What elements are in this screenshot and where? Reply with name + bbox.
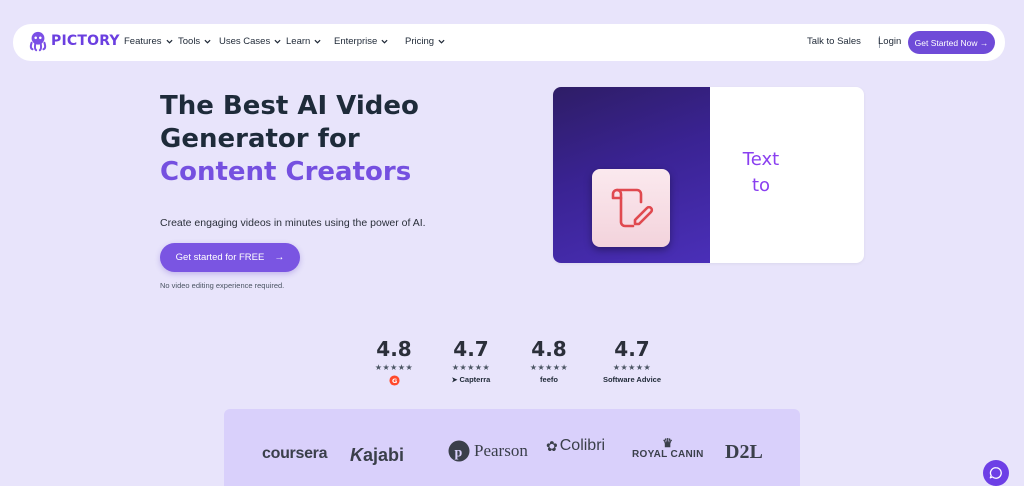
chevron-down-icon: [204, 39, 211, 44]
client-name: Colibri: [559, 437, 606, 454]
nav-item-label: Tools: [178, 36, 201, 47]
rating-software-advice: 4.7 ★★★★★ Software Advice: [592, 337, 672, 384]
talk-to-sales-link[interactable]: Talk to Sales: [807, 36, 861, 47]
script-pencil-icon: [611, 188, 654, 228]
rating-score: 4.8: [376, 337, 412, 361]
kajabi-wordmark: ajabi: [363, 445, 405, 465]
chevron-down-icon: [438, 39, 445, 44]
rating-source: Software Advice: [602, 375, 662, 384]
brand-name: PICTORY: [51, 33, 120, 49]
rating-capterra: 4.7 ★★★★★ ➤ Capterra: [431, 337, 511, 384]
nav-item-label: Learn: [286, 36, 311, 47]
button-label: Get started for FREE: [175, 252, 265, 263]
client-name: D2L: [725, 441, 763, 463]
rating-score: 4.7: [614, 337, 650, 361]
royal-canin-logo: ♛ ROYAL CANIN: [632, 437, 704, 460]
g2-logo: G G: [354, 375, 434, 386]
rating-score: 4.7: [453, 337, 489, 361]
nav-item-label: Features: [124, 36, 162, 47]
media-gradient-panel: [553, 87, 710, 263]
colibri-logo: ✿ Colibri: [546, 437, 605, 455]
headline-accent: Content Creators: [160, 157, 412, 187]
nav-item-features[interactable]: Features: [124, 36, 173, 47]
get-started-free-button[interactable]: Get started for FREE →: [160, 243, 300, 272]
nav-item-label: Enterprise: [334, 36, 378, 47]
octopus-logo-icon: [29, 31, 47, 52]
svg-text:G: G: [392, 377, 397, 385]
login-link[interactable]: Login: [878, 36, 901, 47]
chat-bubble-icon: [989, 467, 1002, 479]
nav-item-enterprise[interactable]: Enterprise: [334, 36, 388, 47]
chat-launcher-button[interactable]: [983, 460, 1009, 486]
feefo-logo: feefo: [509, 375, 589, 384]
nav-item-tools[interactable]: Tools: [178, 36, 211, 47]
kajabi-k-icon: K: [350, 445, 363, 465]
nav-item-uses-cases[interactable]: Uses Cases: [219, 36, 281, 47]
script-tile: [592, 169, 670, 247]
get-started-now-button[interactable]: Get Started Now →: [908, 31, 995, 54]
pearson-logo: p Pearson: [448, 440, 528, 462]
hero-media-card: Text to: [553, 87, 864, 263]
rating-source: feefo: [540, 375, 558, 384]
client-name: coursera: [262, 445, 328, 462]
headline-line: Generator for: [160, 124, 360, 154]
pearson-p-icon: p: [448, 440, 470, 462]
arrow-right-icon: →: [274, 252, 285, 263]
hero-subtext: Create engaging videos in minutes using …: [160, 217, 426, 229]
crown-icon: ♛: [662, 436, 674, 450]
client-name: ROYAL CANIN: [632, 449, 704, 460]
caption-line: Text: [742, 149, 780, 170]
nav-item-learn[interactable]: Learn: [286, 36, 321, 47]
hero-headline: The Best AI Video Generator for Content …: [160, 90, 490, 189]
svg-text:p: p: [455, 446, 463, 461]
rating-stars: ★★★★★: [451, 363, 491, 372]
nav-item-label: Uses Cases: [219, 36, 271, 47]
rating-stars: ★★★★★: [612, 363, 652, 372]
g2-icon: G: [388, 375, 400, 386]
headline-line: The Best AI Video: [160, 91, 419, 121]
rating-stars: ★★★★★: [374, 363, 414, 372]
software-advice-logo: Software Advice: [592, 375, 672, 384]
client-logo-strip: coursera K kajabi ajabi p Pearson ✿ Coli…: [224, 409, 800, 486]
chevron-down-icon: [165, 39, 173, 44]
rating-stars: ★★★★★: [529, 363, 569, 372]
colibri-bird-icon: ✿: [546, 437, 558, 454]
hero-note: No video editing experience required.: [160, 281, 285, 290]
capterra-logo: ➤ Capterra: [431, 375, 511, 384]
nav-item-pricing[interactable]: Pricing: [405, 36, 445, 47]
d2l-logo: D2L: [725, 441, 763, 464]
rating-feefo: 4.8 ★★★★★ feefo: [509, 337, 589, 384]
chevron-down-icon: [314, 39, 321, 44]
rating-g2: 4.8 ★★★★★ G G: [354, 337, 434, 386]
top-nav: PICTORY Features Tools Uses Cases Learn …: [13, 24, 1005, 61]
coursera-logo: coursera: [262, 445, 328, 463]
pictory-logo[interactable]: PICTORY: [27, 30, 120, 52]
chevron-down-icon: [381, 39, 388, 44]
nav-item-label: Pricing: [405, 36, 435, 47]
media-caption: Text to: [725, 147, 797, 199]
client-name: Pearson: [474, 441, 528, 460]
caption-line: to: [751, 175, 771, 196]
chevron-down-icon: [274, 39, 281, 44]
rating-score: 4.8: [531, 337, 567, 361]
rating-source: Capterra: [459, 375, 491, 384]
capterra-arrow-icon: ➤: [451, 376, 458, 384]
kajabi-logo: K kajabi ajabi: [350, 445, 404, 466]
